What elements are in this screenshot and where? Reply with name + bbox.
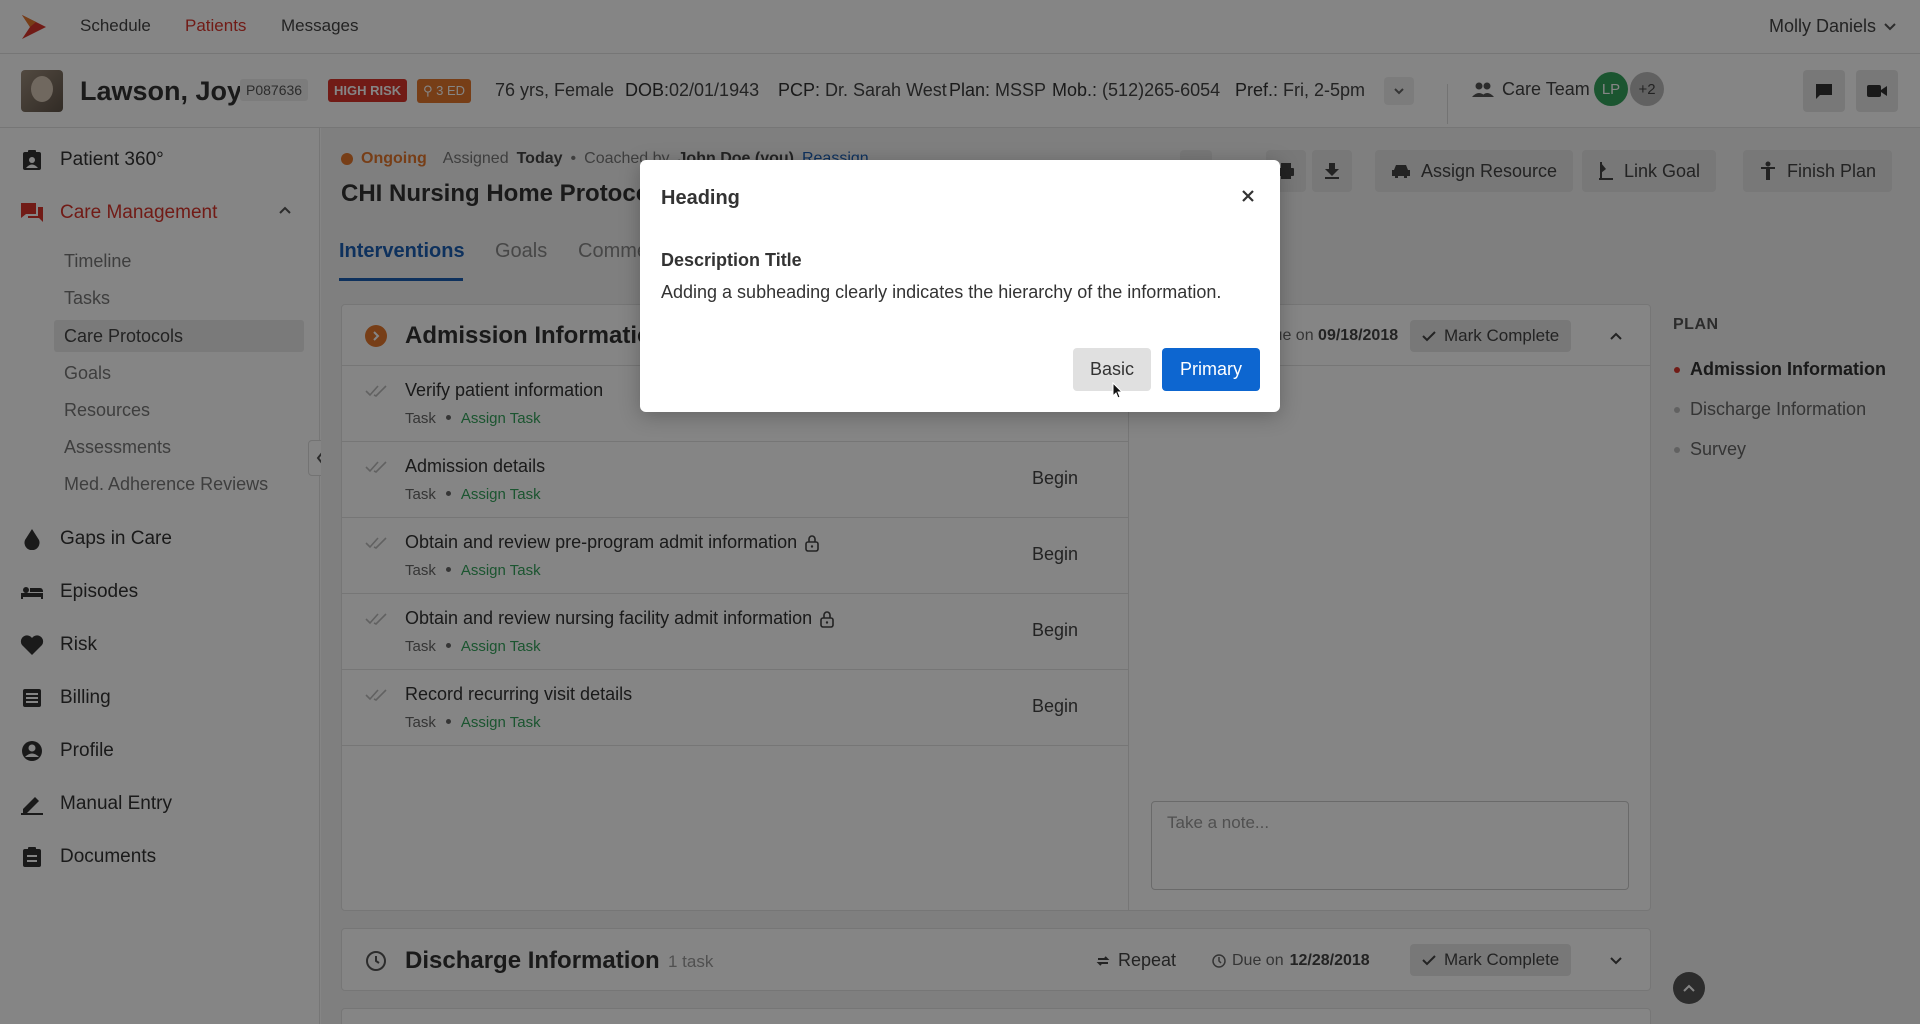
mouse-cursor-icon (1112, 382, 1124, 400)
modal-backdrop[interactable] (0, 0, 1920, 1024)
modal-description-title: Description Title (661, 250, 802, 270)
dialog-modal: Heading Description Title Adding a subhe… (640, 160, 1280, 412)
primary-button[interactable]: Primary (1162, 348, 1260, 391)
modal-heading: Heading (661, 187, 740, 209)
close-icon[interactable] (1234, 182, 1262, 210)
modal-description: Adding a subheading clearly indicates th… (661, 282, 1222, 302)
